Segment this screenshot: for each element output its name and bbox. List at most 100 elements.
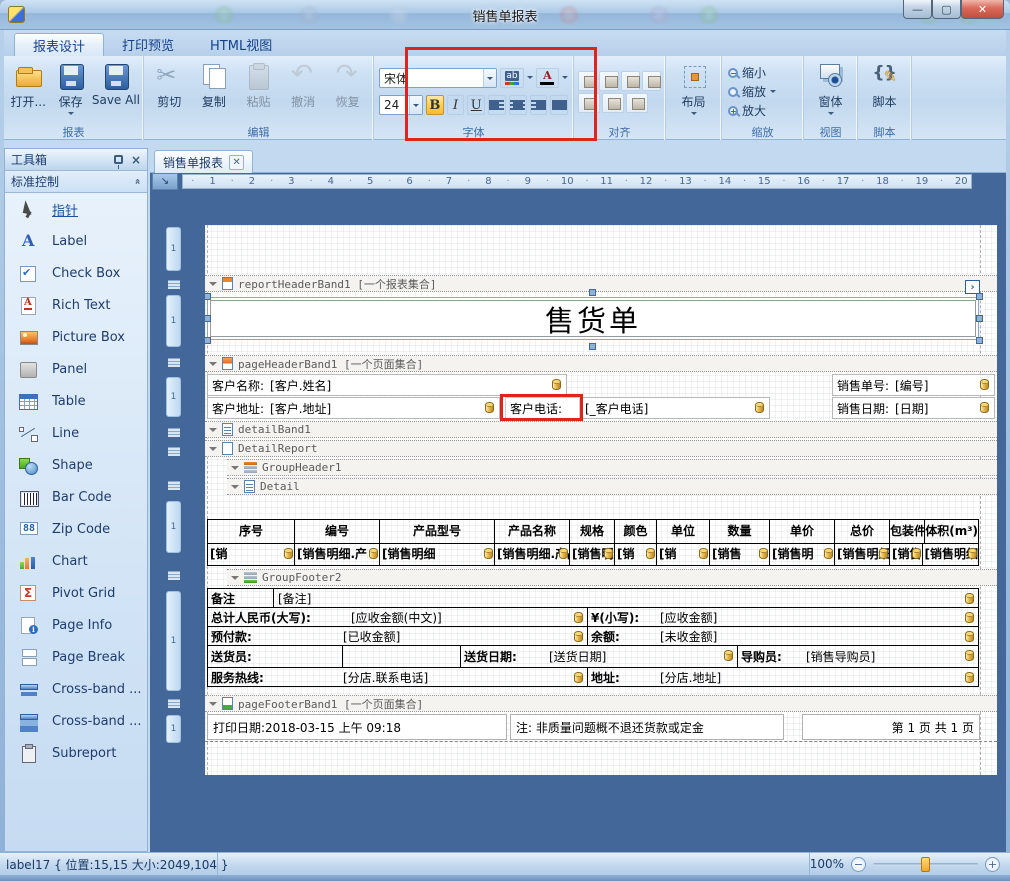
toolbox-item[interactable]: Table <box>5 385 147 417</box>
detail-table-header-cell[interactable]: 产品名称 <box>495 520 570 543</box>
band-detail[interactable]: detailBand1 <box>205 421 997 438</box>
detail-table-data-cell[interactable]: [销 <box>657 544 710 565</box>
minimize-button[interactable]: — <box>903 0 932 19</box>
collapse-triangle-icon[interactable] <box>231 466 239 474</box>
tab-html-view[interactable]: HTML视图 <box>192 33 290 56</box>
field-customer-name[interactable]: 客户名称: [客户.姓名] <box>207 374 567 396</box>
detail-table-header-cell[interactable]: 编号 <box>295 520 380 543</box>
align-justify-button[interactable] <box>550 95 568 115</box>
toolbox-item[interactable]: Zip Code <box>5 513 147 545</box>
collapse-triangle-icon[interactable] <box>231 576 239 584</box>
footer-row-prepaid[interactable]: 预付款: [已收金额] 余额: [未收金额] <box>207 626 979 646</box>
layout-button[interactable]: 布局 <box>671 58 717 140</box>
detail-table-header-cell[interactable]: 颜色 <box>615 520 657 543</box>
form-view-button[interactable]: 窗体 <box>808 58 854 125</box>
footer-row-hotline[interactable]: 服务热线: [分店.联系电话] 地址: [分店.地址] <box>207 667 979 687</box>
toolbox-section-header[interactable]: 标准控制 » <box>5 171 147 193</box>
selection-handle[interactable] <box>976 337 983 344</box>
detail-table-data-cell[interactable]: [销售明细 <box>923 544 979 565</box>
toolbox-item[interactable]: Check Box <box>5 257 147 289</box>
align-right-button[interactable] <box>530 95 548 115</box>
size-to-grid-button[interactable] <box>578 71 597 91</box>
toolbox-item[interactable]: Cross-band ... <box>5 705 147 737</box>
field-customer-address[interactable]: 客户地址: [客户.地址] <box>207 397 500 419</box>
collapse-triangle-icon[interactable] <box>209 428 217 436</box>
toolbox-item[interactable]: Chart <box>5 545 147 577</box>
toolbox-item[interactable]: Shape <box>5 449 147 481</box>
field-customer-phone-value[interactable]: [_客户电话] <box>580 397 770 419</box>
align-bottoms-button[interactable] <box>626 93 648 113</box>
collapse-triangle-icon[interactable] <box>231 485 239 493</box>
toolbox-item[interactable]: Panel <box>5 353 147 385</box>
detail-table-data-cell[interactable]: [销 <box>615 544 657 565</box>
band-drag-handle[interactable] <box>168 358 180 367</box>
detail-table-data-cell[interactable]: [销售明细 <box>380 544 495 565</box>
chevron-down-icon[interactable] <box>562 76 568 82</box>
selection-handle[interactable] <box>204 293 211 300</box>
align-middles-button[interactable] <box>602 93 624 113</box>
band-page-footer[interactable]: pageFooterBand1 [一个页面集合] <box>205 695 997 712</box>
font-name-combo[interactable]: 宋体 <box>379 68 497 88</box>
toolbox-item[interactable]: Label <box>5 225 147 257</box>
selection-handle[interactable] <box>589 343 596 350</box>
detail-table-data-cell[interactable]: [销售明细 <box>835 544 890 565</box>
band-report-header[interactable]: reportHeaderBand1 [一个报表集合] <box>205 275 997 292</box>
band-drag-handle[interactable] <box>168 447 180 456</box>
font-size-combo[interactable]: 24 <box>379 95 423 115</box>
footer-row-remark[interactable]: 备注 [备注] <box>207 588 979 608</box>
ruler-corner-button[interactable]: ↘ <box>152 173 178 190</box>
selection-handle[interactable] <box>976 315 983 322</box>
redo-button[interactable]: 恢复 <box>325 58 370 125</box>
toolbox-item[interactable]: Rich Text <box>5 289 147 321</box>
toolbox-item[interactable]: Page Break <box>5 641 147 673</box>
band-detail-sub[interactable]: Detail <box>227 478 997 495</box>
note-label[interactable]: 注: 非质量问题概不退还货款或定金 <box>510 714 784 740</box>
document-tab[interactable]: 销售单报表 ✕ <box>154 150 253 173</box>
zoom-button[interactable]: 缩放 <box>725 82 800 101</box>
zoom-slider-thumb[interactable] <box>921 857 930 872</box>
undo-button[interactable]: 撤消 <box>281 58 326 125</box>
script-button[interactable]: 脚本 <box>862 58 908 125</box>
close-icon[interactable]: × <box>131 153 141 167</box>
toolbox-item[interactable]: 指针 <box>5 193 147 225</box>
tab-print-preview[interactable]: 打印预览 <box>104 33 192 56</box>
toolbox-item[interactable]: Picture Box <box>5 321 147 353</box>
save-all-button[interactable]: Save All <box>92 58 140 125</box>
report-page[interactable]: reportHeaderBand1 [一个报表集合] 售货单 › <box>205 225 997 775</box>
detail-table-data-cell[interactable]: [销 <box>208 544 295 565</box>
detail-table-header-cell[interactable]: 包装件 <box>890 520 925 543</box>
document-tab-close-icon[interactable]: ✕ <box>229 155 244 170</box>
print-date-label[interactable]: 打印日期:2018-03-15 上午 09:18 <box>207 714 507 740</box>
chevron-down-icon[interactable] <box>527 76 533 82</box>
band-detail-report[interactable]: DetailReport <box>205 440 997 457</box>
save-button[interactable]: 保存 <box>49 58 91 125</box>
design-canvas[interactable]: 1 1 1 1 1 1 <box>150 191 1006 852</box>
tab-report-design[interactable]: 报表设计 <box>14 33 104 56</box>
open-button[interactable]: 打开... <box>7 58 49 125</box>
footer-row-delivery[interactable]: 送货员: 送货日期: [送货日期] 导购员: [销售导购员] <box>207 645 979 668</box>
align-center-button[interactable] <box>509 95 527 115</box>
toolbox-item[interactable]: Pivot Grid <box>5 577 147 609</box>
pin-icon[interactable] <box>114 155 123 164</box>
detail-table-header-cell[interactable]: 序号 <box>208 520 295 543</box>
detail-table-header-cell[interactable]: 总价 <box>835 520 890 543</box>
band-drag-handle[interactable] <box>168 280 180 289</box>
selection-handle[interactable] <box>204 337 211 344</box>
toolbox-item[interactable]: Subreport <box>5 737 147 769</box>
align-left-button[interactable] <box>488 95 506 115</box>
font-color-button[interactable]: A <box>536 68 559 88</box>
copy-button[interactable]: 复制 <box>192 58 237 125</box>
detail-table-header-cell[interactable]: 单价 <box>770 520 835 543</box>
highlight-color-button[interactable]: ab <box>500 68 523 88</box>
collapse-triangle-icon[interactable] <box>209 447 217 455</box>
detail-table-header-cell[interactable]: 单位 <box>657 520 710 543</box>
detail-table-data-cell[interactable]: [销售明 <box>890 544 923 565</box>
toolbox-item[interactable]: Bar Code <box>5 481 147 513</box>
detail-table-header-cell[interactable]: 产品型号 <box>380 520 495 543</box>
detail-table-header-cell[interactable]: 体积(m³) <box>925 520 978 543</box>
band-group-header[interactable]: GroupHeader1 <box>227 459 997 476</box>
toolbox-item[interactable]: Page Info <box>5 609 147 641</box>
align-rights-button[interactable] <box>642 71 661 91</box>
report-title-label[interactable]: 售货单 <box>207 297 979 340</box>
zoom-slider-track[interactable] <box>873 863 978 866</box>
